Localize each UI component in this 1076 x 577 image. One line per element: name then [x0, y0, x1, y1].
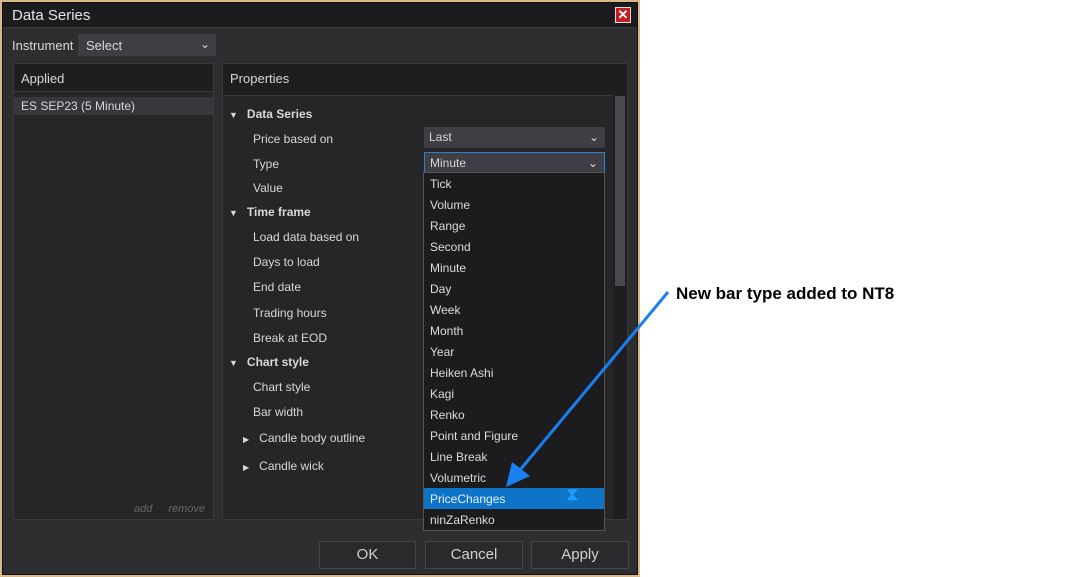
annotation-arrow: [506, 291, 670, 487]
annotation-text: New bar type added to NT8: [676, 284, 895, 303]
arrow-head: [506, 462, 530, 487]
arrow-line: [518, 291, 670, 471]
